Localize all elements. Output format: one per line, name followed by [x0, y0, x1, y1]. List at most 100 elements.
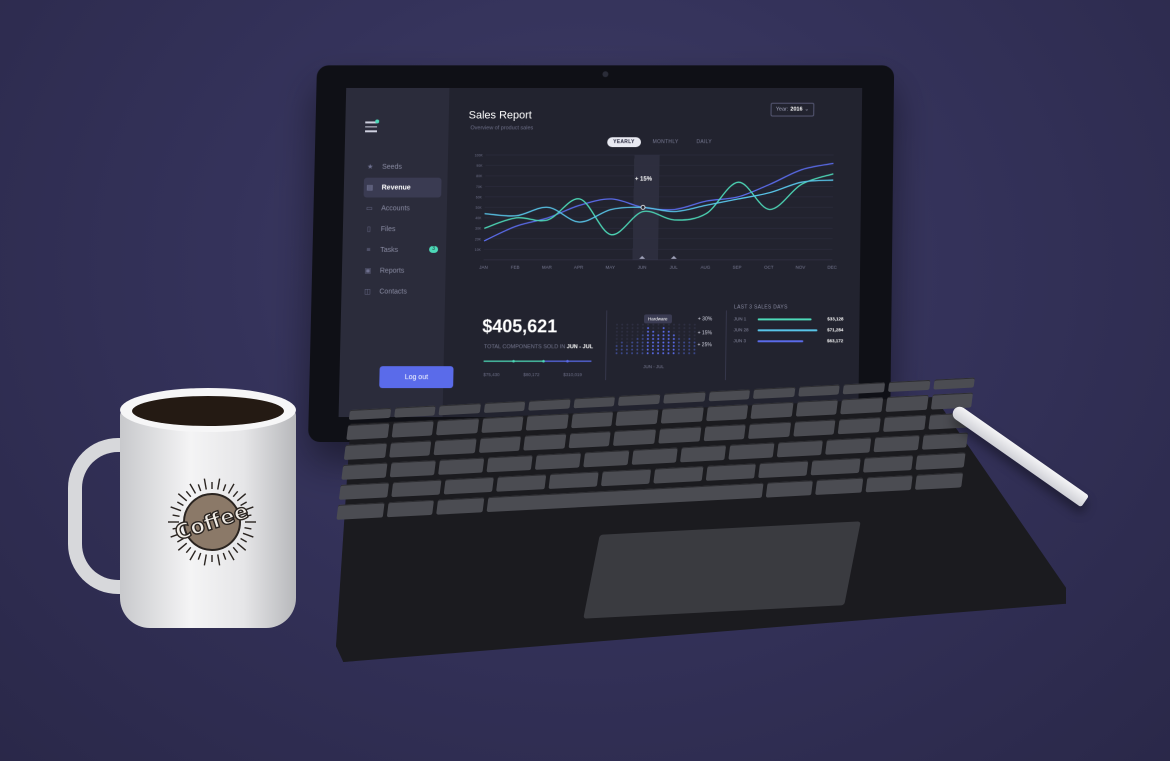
keyboard-key[interactable] [568, 431, 612, 449]
keyboard-key[interactable] [793, 419, 836, 437]
keyboard-key[interactable] [658, 426, 702, 444]
keyboard-key[interactable] [748, 421, 791, 439]
keyboard-key[interactable] [600, 468, 652, 487]
keyboard-key[interactable] [613, 428, 657, 446]
keyboard-key[interactable] [708, 389, 751, 402]
keyboard-key[interactable] [570, 411, 614, 429]
keyboard-key[interactable] [930, 392, 974, 410]
keyboard-key[interactable] [496, 474, 547, 492]
keyboard-key[interactable] [810, 457, 861, 476]
keyboard-key[interactable] [393, 405, 436, 418]
keyboard-key[interactable] [932, 377, 975, 390]
matrix-dot [667, 323, 670, 326]
matrix-dot [615, 348, 618, 351]
keyboard-key[interactable] [865, 475, 914, 493]
keyboard-key[interactable] [838, 417, 881, 435]
sidebar-item-tasks[interactable]: ≡ Tasks 3 [364, 240, 440, 260]
keyboard-key[interactable] [663, 391, 706, 404]
keyboard-key[interactable] [862, 455, 914, 473]
keyboard-key[interactable] [436, 418, 479, 436]
sidebar-item-accounts[interactable]: ▭ Accounts [365, 198, 441, 218]
keyboard-key[interactable] [885, 394, 929, 412]
keyboard-key[interactable] [758, 460, 809, 479]
keyboard-key[interactable] [815, 477, 864, 495]
keyboard-key[interactable] [486, 455, 533, 473]
sales-day-bar [757, 318, 812, 321]
keyboard-key[interactable] [679, 445, 727, 463]
sidebar-item-seeds[interactable]: ★ Seeds [366, 157, 442, 177]
keyboard-key[interactable] [631, 447, 678, 465]
keyboard-key[interactable] [526, 413, 569, 431]
keyboard-key[interactable] [705, 463, 756, 481]
percent-change: + 25% [697, 342, 712, 349]
keyboard-key[interactable] [583, 450, 630, 468]
keyboard-key[interactable] [705, 404, 749, 422]
x-tick-label: AUG [700, 265, 710, 270]
tab-yearly[interactable]: YEARLY [607, 137, 641, 148]
percent-change: + 30% [697, 316, 713, 323]
year-select[interactable]: Year: 2016 ⌄ [770, 102, 815, 117]
keyboard-key[interactable] [882, 414, 926, 432]
keyboard-key[interactable] [391, 479, 442, 498]
keyboard-key[interactable] [795, 399, 839, 417]
keyboard-key[interactable] [653, 466, 704, 484]
keyboard-key[interactable] [615, 408, 659, 426]
sales-day-row: JUN 28 $71,284 [734, 327, 844, 335]
sidebar-item-label: Contacts [379, 288, 407, 296]
keyboard-key[interactable] [534, 452, 582, 470]
keyboard-key[interactable] [443, 476, 494, 495]
keyboard-key[interactable] [873, 434, 920, 453]
keyboard-key[interactable] [618, 393, 661, 406]
keyboard-key[interactable] [386, 499, 435, 518]
sun-ray [172, 514, 180, 517]
sidebar-item-contacts[interactable]: ◫ Contacts [363, 282, 439, 302]
keyboard-key[interactable] [825, 437, 872, 455]
trackpad[interactable] [583, 521, 861, 619]
y-tick-label: 100K [475, 153, 484, 157]
keyboard-key[interactable] [481, 415, 524, 433]
keyboard-key[interactable] [341, 462, 388, 480]
keyboard-key[interactable] [438, 457, 485, 475]
keyboard-key[interactable] [436, 497, 484, 515]
keyboard-key[interactable] [528, 398, 571, 411]
keyboard-key[interactable] [728, 442, 775, 460]
matrix-dot [646, 345, 649, 348]
sidebar-item-files[interactable]: ▯ Files [365, 219, 441, 239]
keyboard-key[interactable] [336, 502, 385, 520]
keyboard-key[interactable] [753, 386, 796, 399]
keyboard-key[interactable] [765, 480, 814, 498]
keyboard-key[interactable] [750, 401, 794, 419]
keyboard-key[interactable] [660, 406, 704, 424]
keyboard-key[interactable] [483, 400, 526, 413]
keyboard-key[interactable] [343, 442, 387, 460]
matrix-dot [683, 348, 686, 351]
keyboard-key[interactable] [798, 384, 841, 397]
tab-daily[interactable]: DAILY [690, 137, 718, 147]
matrix-dot [672, 348, 675, 351]
keyboard-key[interactable] [840, 397, 884, 415]
keyboard-key[interactable] [915, 472, 964, 490]
sidebar-item-reports[interactable]: ▣ Reports [364, 261, 440, 281]
keyboard-key[interactable] [573, 396, 616, 409]
keyboard-key[interactable] [478, 435, 522, 453]
keyboard-key[interactable] [915, 452, 966, 470]
keyboard-key[interactable] [348, 407, 391, 420]
keyboard-key[interactable] [438, 403, 481, 416]
keyboard-key[interactable] [389, 460, 436, 478]
keyboard-key[interactable] [338, 482, 390, 500]
keyboard-key[interactable] [433, 438, 477, 456]
keyboard-key[interactable] [842, 382, 886, 395]
keyboard-key[interactable] [391, 420, 434, 438]
keyboard-key[interactable] [548, 471, 599, 489]
keyboard-key[interactable] [703, 424, 746, 442]
matrix-dot [662, 330, 665, 333]
keyboard-key[interactable] [887, 379, 931, 392]
tab-monthly[interactable]: MONTHLY [647, 137, 685, 147]
keyboard-key[interactable] [776, 440, 823, 458]
keyboard-key[interactable] [921, 432, 969, 450]
sidebar-item-revenue[interactable]: ▤ Revenue [363, 177, 442, 198]
matrix-dot [657, 330, 660, 333]
keyboard-key[interactable] [346, 422, 390, 440]
keyboard-key[interactable] [388, 440, 432, 458]
keyboard-key[interactable] [523, 433, 567, 451]
